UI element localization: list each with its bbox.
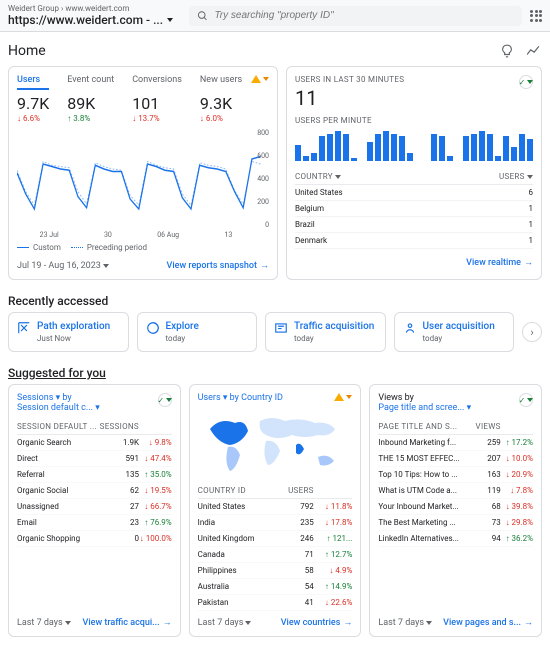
- per-minute-label: USERS PER MINUTE: [295, 116, 533, 125]
- metric-selector[interactable]: Sessions ▾ by: [17, 393, 72, 403]
- table-row[interactable]: LinkedIn Alternatives...94↑ 36.2%: [378, 531, 533, 547]
- trend-icon[interactable]: [524, 42, 542, 60]
- table-row[interactable]: Organic Social62↓ 19.5%: [17, 483, 172, 499]
- verified-badge[interactable]: ✓: [158, 393, 172, 407]
- recent-card-user-acquisition[interactable]: User acquisitiontoday: [394, 312, 515, 352]
- table-row[interactable]: Belgium1: [295, 201, 533, 217]
- realtime-sparkbars: [295, 131, 533, 161]
- warning-icon: [251, 75, 261, 83]
- page-title: Home: [8, 43, 46, 59]
- search-icon: [197, 10, 208, 22]
- dimension-selector[interactable]: Session default c... ▾: [17, 403, 100, 413]
- table-row[interactable]: Australia54↑ 14.9%: [198, 579, 353, 595]
- world-map[interactable]: [198, 409, 353, 479]
- users-header[interactable]: USERS: [434, 169, 533, 185]
- date-range-dd[interactable]: Last 7 days: [198, 618, 252, 628]
- sessions-table: SESSION DEFAULT ...SESSIONS Organic Sear…: [17, 419, 172, 547]
- realtime-card: ✓ USERS IN LAST 30 MINUTES 11 USERS PER …: [286, 66, 542, 280]
- apps-icon[interactable]: [530, 10, 542, 22]
- realtime-title: USERS IN LAST 30 MINUTES: [295, 75, 533, 84]
- table-row[interactable]: Referral135↑ 35.0%: [17, 467, 172, 483]
- metric-users[interactable]: Users9.7K↓ 6.6%: [17, 75, 49, 123]
- metric-conversions[interactable]: Conversions101↓ 13.7%: [132, 75, 182, 123]
- pages-table: PAGE TITLE AND S...VIEWS Inbound Marketi…: [378, 419, 533, 547]
- card-icon: [274, 321, 288, 335]
- table-row[interactable]: The Best Marketing ...73↓ 29.8%: [378, 515, 533, 531]
- realtime-table: COUNTRY USERS United States6Belgium1Braz…: [295, 169, 533, 249]
- table-row[interactable]: Brazil1: [295, 217, 533, 233]
- dimension-selector[interactable]: Page title and scree... ▾: [378, 403, 471, 413]
- verified-badge[interactable]: ✓: [519, 393, 533, 407]
- recent-card-traffic-acquisition[interactable]: Traffic acquisitiontoday: [265, 312, 386, 352]
- metric-event-count[interactable]: Event count89K↑ 3.8%: [67, 75, 114, 123]
- property-selector[interactable]: https://www.weidert.com - ...: [8, 13, 173, 27]
- table-row[interactable]: Email23↑ 76.9%: [17, 515, 172, 531]
- table-row[interactable]: Your Inbound Market...68↓ 39.8%: [378, 499, 533, 515]
- recent-title: Recently accessed: [0, 288, 550, 312]
- table-row[interactable]: THE 15 MOST EFFEC...207↓ 10.0%: [378, 451, 533, 467]
- recent-card-explore[interactable]: Exploretoday: [137, 312, 258, 352]
- card-users-by-country: Users ▾ by Country ID COUNTRY IDUSERS Un…: [189, 384, 362, 637]
- overview-chart: 8006004002000: [17, 129, 269, 229]
- table-row[interactable]: What is UTM Code a...119↓ 7.8%: [378, 483, 533, 499]
- view-traffic-link[interactable]: View traffic acqui... →: [83, 617, 172, 628]
- view-snapshot-link[interactable]: View reports snapshot →: [167, 260, 269, 271]
- realtime-value: 11: [295, 86, 533, 110]
- date-range-picker[interactable]: Jul 19 - Aug 16, 2023: [17, 261, 109, 271]
- country-table: COUNTRY IDUSERS United States792↓ 11.8%I…: [198, 483, 353, 611]
- chart-legend: Custom Preceding period: [17, 243, 269, 252]
- overview-card: Users9.7K↓ 6.6% Event count89K↑ 3.8% Conve…: [8, 66, 278, 280]
- recent-card-path-exploration[interactable]: Path explorationJust Now: [8, 312, 129, 352]
- metric-selector[interactable]: Users ▾ by Country ID: [198, 393, 283, 403]
- card-icon: [403, 321, 417, 335]
- table-row[interactable]: Philippines58↓ 4.9%: [198, 563, 353, 579]
- card-icon: [146, 321, 160, 335]
- metric-new-users[interactable]: New users9.3K↓ 6.0%: [200, 75, 242, 123]
- table-row[interactable]: United States792↓ 11.8%: [198, 499, 353, 515]
- warning-icon: [334, 393, 344, 401]
- breadcrumb: Weidert Group › www.weidert.com: [8, 4, 173, 13]
- view-countries-link[interactable]: View countries →: [281, 617, 353, 628]
- page-header: Home: [0, 32, 550, 66]
- table-row[interactable]: Organic Shopping0↓ 100.0%: [17, 531, 172, 547]
- card-views-by-page: Views by Page title and scree... ▾ ✓ PAG…: [369, 384, 542, 637]
- table-row[interactable]: India235↓ 17.8%: [198, 515, 353, 531]
- table-row[interactable]: Canada71↑ 12.7%: [198, 547, 353, 563]
- table-row[interactable]: United Kingdom246↑ 121...: [198, 531, 353, 547]
- table-row[interactable]: Direct591↓ 47.4%: [17, 451, 172, 467]
- anomaly-badge[interactable]: [251, 75, 269, 83]
- table-row[interactable]: Pakistan41↓ 22.6%: [198, 595, 353, 611]
- anomaly-badge[interactable]: [334, 393, 352, 401]
- view-realtime-link[interactable]: View realtime →: [466, 257, 533, 268]
- date-range-dd[interactable]: Last 7 days: [378, 618, 432, 628]
- table-row[interactable]: Top 10 Tips: How to ...163↓ 20.9%: [378, 467, 533, 483]
- table-row[interactable]: Inbound Marketing f...259↑ 17.2%: [378, 435, 533, 451]
- table-row[interactable]: Denmark1: [295, 233, 533, 249]
- date-range-dd[interactable]: Last 7 days: [17, 618, 71, 628]
- search-bar[interactable]: [189, 6, 522, 26]
- suggested-title: Suggested for you: [0, 360, 550, 384]
- card-icon: [17, 321, 31, 335]
- verified-badge[interactable]: ✓: [519, 75, 533, 89]
- top-bar: Weidert Group › www.weidert.com https://…: [0, 0, 550, 32]
- country-header[interactable]: COUNTRY: [295, 169, 434, 185]
- card-sessions-by-channel: Sessions ▾ by Session default c... ▾ ✓ S…: [8, 384, 181, 637]
- table-row[interactable]: Organic Search1.9K↓ 9.8%: [17, 435, 172, 451]
- table-row[interactable]: Unassigned27↓ 66.7%: [17, 499, 172, 515]
- next-arrow[interactable]: ›: [522, 322, 542, 342]
- metric-label: Views by: [378, 393, 414, 403]
- insights-icon[interactable]: [498, 42, 516, 60]
- view-pages-link[interactable]: View pages and s... →: [443, 617, 533, 628]
- search-input[interactable]: [214, 10, 514, 21]
- table-row[interactable]: United States6: [295, 185, 533, 201]
